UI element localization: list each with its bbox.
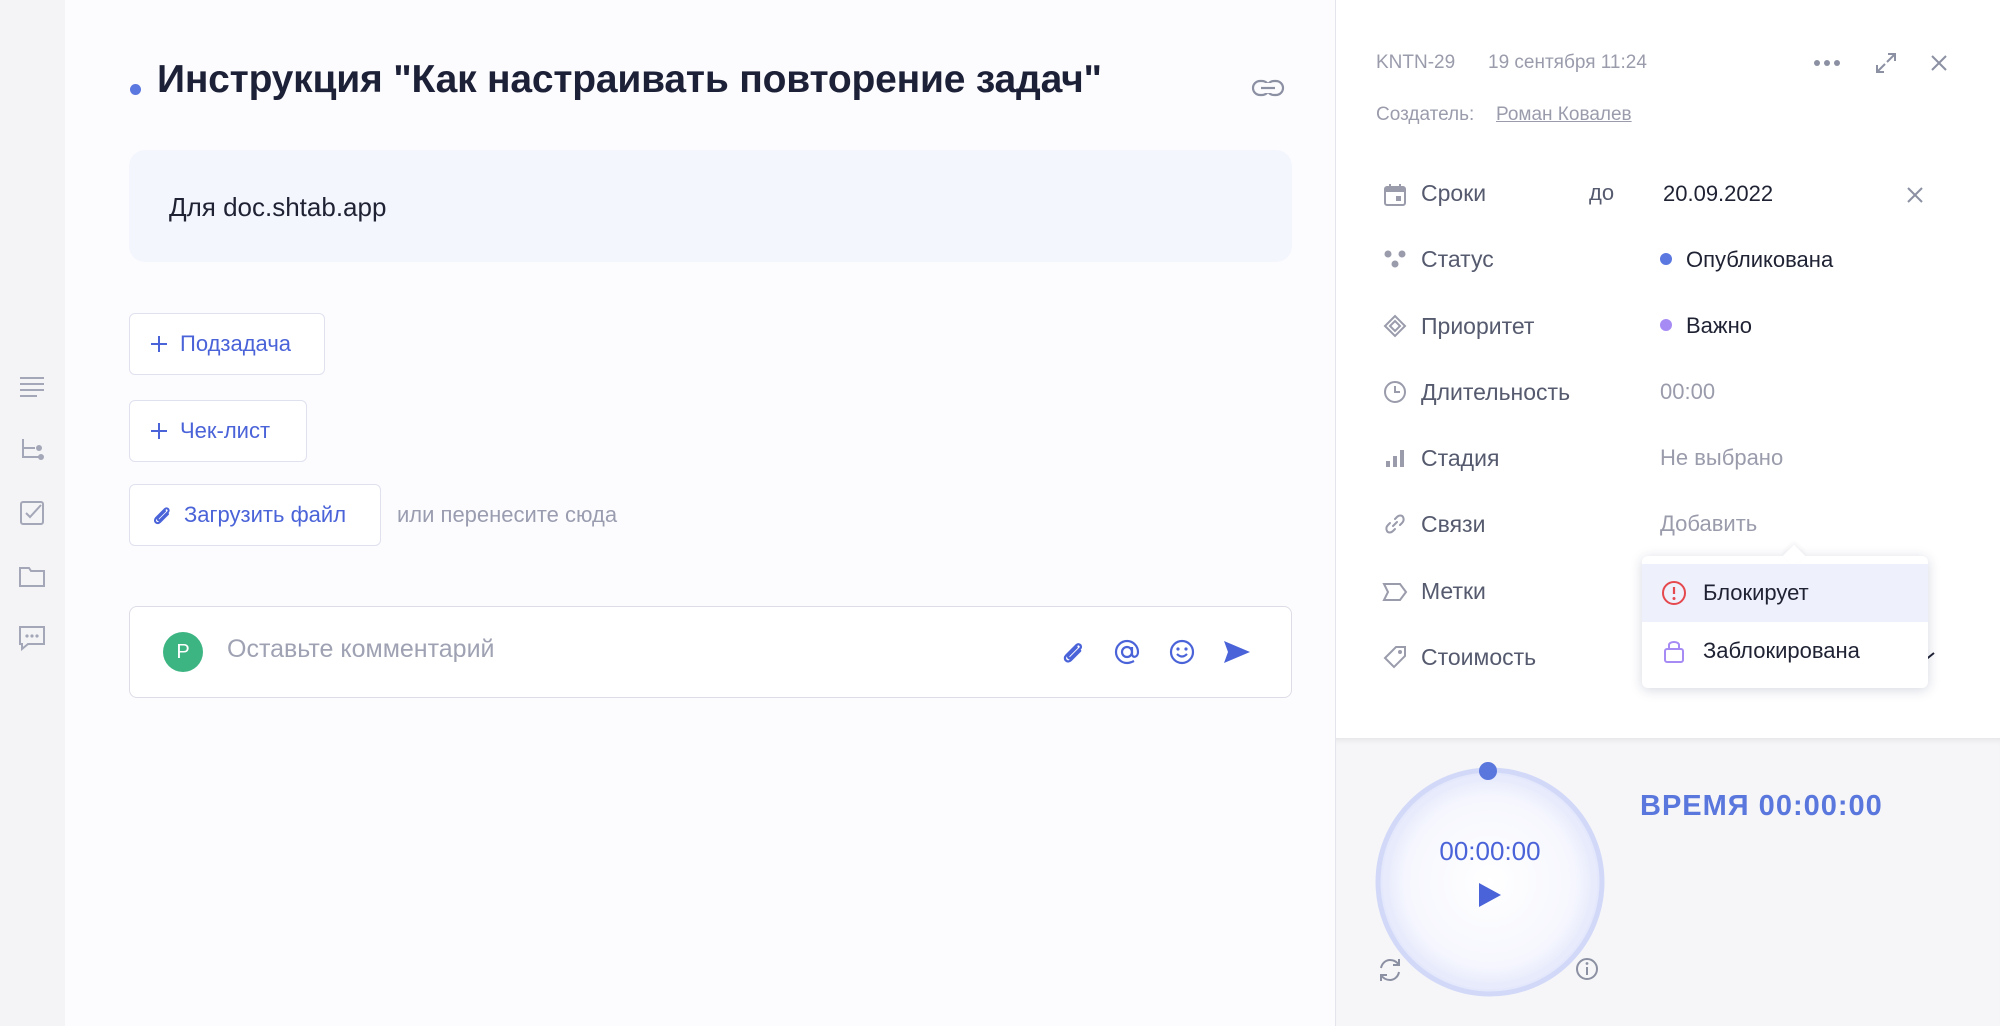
subtasks-icon[interactable] — [16, 434, 48, 466]
duration-label: Длительность — [1421, 379, 1571, 405]
avatar: Р — [163, 632, 203, 672]
price-tag-icon — [1380, 642, 1410, 672]
emoji-icon[interactable] — [1165, 635, 1199, 669]
links-dropdown: Блокирует Заблокирована — [1642, 556, 1928, 688]
menu-item-blocks-label: Блокирует — [1703, 580, 1809, 605]
upload-file-button[interactable]: Загрузить файл — [129, 484, 381, 546]
close-icon[interactable] — [1924, 48, 1954, 78]
priority-label: Приоритет — [1421, 313, 1535, 339]
link-icon — [1380, 509, 1410, 539]
deadline-value[interactable]: 20.09.2022 — [1663, 181, 1773, 207]
calendar-icon — [1380, 180, 1410, 210]
timer-title: ВРЕМЯ 00:00:00 — [1640, 790, 1883, 822]
links-label: Связи — [1421, 511, 1486, 537]
play-icon[interactable] — [1474, 880, 1504, 910]
comment-input[interactable] — [227, 635, 827, 664]
deadline-label: Сроки — [1421, 180, 1487, 206]
plus-icon — [151, 336, 167, 352]
creator-link[interactable]: Роман Ковалев — [1496, 104, 1632, 126]
clock-icon — [1380, 377, 1410, 407]
copy-link-icon[interactable] — [1250, 70, 1286, 106]
status-label: Статус — [1421, 246, 1494, 272]
expand-icon[interactable] — [1871, 48, 1901, 78]
add-subtask-label: Подзадача — [180, 331, 292, 356]
alert-circle-icon — [1661, 580, 1687, 606]
upload-hint: или перенесите сюда — [397, 502, 618, 527]
lock-icon — [1661, 638, 1687, 664]
status-text: Опубликована — [1686, 247, 1834, 272]
paperclip-icon — [153, 507, 170, 525]
created-at: 19 сентября 11:24 — [1488, 52, 1647, 73]
add-checklist-button[interactable]: Чек-лист — [129, 400, 307, 462]
add-subtask-button[interactable]: Подзадача — [129, 313, 325, 375]
left-rail — [0, 0, 65, 1026]
info-icon[interactable] — [1574, 956, 1602, 984]
links-add[interactable]: Добавить — [1660, 511, 1757, 537]
cost-label: Стоимость — [1421, 644, 1537, 670]
stage-value[interactable]: Не выбрано — [1660, 445, 1783, 471]
mention-icon[interactable] — [1110, 635, 1144, 669]
stage-label: Стадия — [1421, 445, 1500, 471]
priority-text: Важно — [1686, 313, 1753, 338]
menu-item-blocks[interactable]: Блокирует — [1642, 564, 1928, 622]
deadline-prefix: до — [1589, 180, 1615, 205]
task-description[interactable]: Для doc.shtab.app — [129, 150, 1292, 262]
comments-icon[interactable] — [16, 622, 48, 654]
send-icon[interactable] — [1220, 635, 1254, 669]
timer-display: 00:00:00 — [1439, 836, 1541, 866]
attach-icon[interactable] — [1055, 635, 1089, 669]
tag-icon — [1380, 577, 1410, 607]
clear-deadline-icon[interactable] — [1900, 180, 1930, 210]
priority-dot — [1660, 319, 1672, 331]
plus-icon — [151, 423, 167, 439]
priority-value[interactable]: Важно — [1660, 313, 1752, 339]
menu-item-blocked-label: Заблокирована — [1703, 638, 1860, 663]
checklist-icon[interactable] — [16, 497, 48, 529]
status-icon — [1380, 244, 1410, 274]
reset-icon[interactable] — [1376, 956, 1404, 984]
task-title[interactable]: Инструкция "Как настраивать повторение з… — [157, 58, 1102, 102]
upload-file-label: Загрузить файл — [184, 502, 347, 527]
tags-label: Метки — [1421, 578, 1486, 604]
more-options-icon[interactable] — [1812, 48, 1842, 78]
status-value[interactable]: Опубликована — [1660, 247, 1833, 273]
description-icon[interactable] — [16, 370, 48, 402]
status-dot — [1660, 253, 1672, 265]
title-status-dot — [130, 84, 141, 95]
task-id: KNTN-29 — [1376, 52, 1456, 73]
menu-item-blocked[interactable]: Заблокирована — [1642, 622, 1928, 680]
duration-value[interactable]: 00:00 — [1660, 379, 1715, 405]
description-text: Для doc.shtab.app — [169, 192, 387, 222]
creator-label: Создатель: — [1376, 104, 1475, 125]
priority-icon — [1380, 311, 1410, 341]
folder-icon[interactable] — [16, 560, 48, 592]
comment-box: Р — [129, 606, 1292, 698]
add-checklist-label: Чек-лист — [180, 418, 271, 443]
stage-icon — [1380, 443, 1410, 473]
